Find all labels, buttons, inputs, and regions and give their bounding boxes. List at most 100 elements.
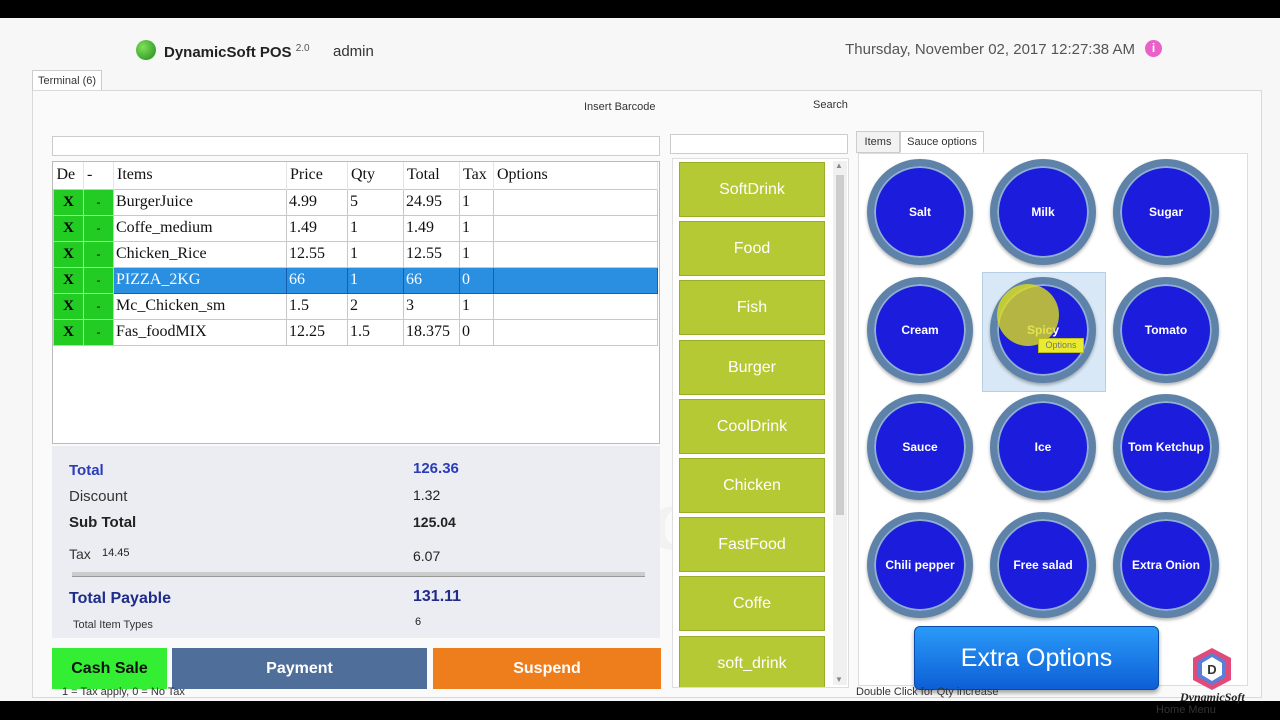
table-row[interactable]: X - Chicken_Rice 12.55 1 12.55 1 — [53, 240, 658, 268]
table-row[interactable]: X - Mc_Chicken_sm 1.5 2 3 1 — [53, 292, 658, 320]
category-list: SoftDrink Food Fish Burger CoolDrink Chicken F… — [672, 158, 849, 688]
cell-item: Chicken_Rice — [113, 240, 287, 268]
sauce-option-button[interactable]: Chili pepper — [867, 512, 973, 618]
scroll-down-icon[interactable]: ▼ — [835, 675, 843, 684]
subtotal-value: 125.04 — [413, 514, 456, 530]
payment-button[interactable]: Payment — [172, 648, 427, 689]
sauce-option-button[interactable]: Salt — [867, 159, 973, 265]
datetime: Thursday, November 02, 2017 12:27:38 AM — [845, 41, 1135, 58]
column-header[interactable]: Qty — [347, 162, 404, 189]
cell-item: PIZZA_2KG — [113, 266, 287, 294]
category-button[interactable]: soft_drink — [679, 635, 825, 687]
sauce-option-button[interactable]: Free salad — [990, 512, 1096, 618]
category-button[interactable]: FastFood — [679, 517, 825, 573]
category-button[interactable]: Fish — [679, 280, 825, 336]
cursor-highlight — [997, 284, 1059, 346]
column-header[interactable]: Items — [113, 162, 287, 189]
cell-options — [493, 292, 658, 320]
sauce-option-button[interactable]: Sugar — [1113, 159, 1219, 265]
column-header[interactable]: Price — [286, 162, 348, 189]
sauce-option-button[interactable]: Ice — [990, 394, 1096, 500]
home-menu-link[interactable]: Home Menu — [1156, 704, 1216, 716]
cell-qty: 5 — [347, 188, 404, 216]
suspend-button[interactable]: Suspend — [433, 648, 661, 689]
sauce-option-button[interactable]: Sauce — [867, 394, 973, 500]
barcode-label: Insert Barcode — [584, 101, 656, 113]
tax-value: 6.07 — [413, 548, 441, 564]
barcode-input[interactable] — [52, 136, 660, 156]
cell-options — [493, 240, 658, 268]
svg-text:D: D — [1207, 662, 1216, 677]
item-types-value: 6 — [415, 616, 422, 628]
cell-item: Coffe_medium — [113, 214, 287, 242]
delete-item-button[interactable]: X — [53, 318, 84, 346]
category-button[interactable]: Food — [679, 221, 825, 277]
decrease-qty-button[interactable]: - — [83, 188, 114, 216]
cell-price: 12.55 — [286, 240, 348, 268]
decrease-qty-button[interactable]: - — [83, 292, 114, 320]
decrease-qty-button[interactable]: - — [83, 318, 114, 346]
sauce-option-button[interactable]: Milk — [990, 159, 1096, 265]
cell-qty: 2 — [347, 292, 404, 320]
search-label: Search — [813, 99, 848, 111]
order-items-table: De - Items Price Qty Total Tax Options X - Burger… — [53, 162, 658, 346]
cash-sale-button[interactable]: Cash Sale — [52, 648, 167, 689]
dynamicsoft-logo-icon: D — [1193, 648, 1231, 690]
category-button[interactable]: SoftDrink — [679, 162, 825, 217]
category-button[interactable]: CoolDrink — [679, 398, 825, 454]
category-button[interactable]: Coffe — [679, 576, 825, 632]
tab-sauce-options[interactable]: Sauce options — [900, 131, 984, 153]
current-user: admin — [333, 43, 374, 60]
table-row[interactable]: X - Coffe_medium 1.49 1 1.49 1 — [53, 214, 658, 242]
column-header[interactable]: Total — [403, 162, 460, 189]
tab-items[interactable]: Items — [856, 131, 900, 153]
sauce-option-button[interactable]: Cream — [867, 277, 973, 383]
column-header[interactable]: Options — [493, 162, 658, 189]
cell-tax: 1 — [459, 240, 494, 268]
totals-panel: Total 126.36 Discount 1.32 Sub Total 125… — [52, 446, 660, 638]
cell-tax: 0 — [459, 266, 494, 294]
cell-price: 1.5 — [286, 292, 348, 320]
category-button[interactable]: Burger — [679, 339, 825, 395]
cell-total: 3 — [403, 292, 460, 320]
cell-item: Mc_Chicken_sm — [113, 292, 287, 320]
sauce-option-button[interactable]: Extra Onion — [1113, 512, 1219, 618]
category-button[interactable]: Chicken — [679, 458, 825, 513]
cell-qty: 1 — [347, 214, 404, 242]
table-row[interactable]: X - PIZZA_2KG 66 1 66 0 — [53, 266, 658, 294]
sauce-option-button[interactable]: Tomato — [1113, 277, 1219, 383]
delete-item-button[interactable]: X — [53, 292, 84, 320]
decrease-qty-button[interactable]: - — [83, 240, 114, 268]
delete-item-button[interactable]: X — [53, 214, 84, 242]
discount-value: 1.32 — [413, 487, 441, 503]
column-header[interactable]: Tax — [459, 162, 494, 189]
table-row[interactable]: X - Fas_foodMIX 12.25 1.5 18.375 0 — [53, 318, 658, 346]
cell-price: 4.99 — [286, 188, 348, 216]
delete-item-button[interactable]: X — [53, 266, 84, 294]
info-icon[interactable]: i — [1145, 40, 1162, 57]
decrease-qty-button[interactable]: - — [83, 266, 114, 294]
category-scrollbar[interactable]: ▲ ▼ — [833, 161, 847, 685]
pos-window: DynamicSoft POS 2.0 admin Thursday, Nove… — [0, 18, 1280, 716]
sauce-option-button[interactable]: Tom Ketchup — [1113, 394, 1219, 500]
tax-label: Tax — [69, 546, 91, 562]
cell-tax: 0 — [459, 318, 494, 346]
cell-qty: 1.5 — [347, 318, 404, 346]
cell-tax: 1 — [459, 214, 494, 242]
order-items-grid[interactable]: De - Items Price Qty Total Tax Options X - Burger… — [52, 161, 660, 444]
delete-item-button[interactable]: X — [53, 188, 84, 216]
column-header[interactable]: - — [83, 162, 114, 189]
tax-rate: 14.45 — [102, 547, 130, 559]
cell-total: 18.375 — [403, 318, 460, 346]
column-header[interactable]: De — [53, 162, 84, 189]
scroll-up-icon[interactable]: ▲ — [835, 161, 843, 170]
extra-options-button[interactable]: Extra Options — [914, 626, 1159, 690]
delete-item-button[interactable]: X — [53, 240, 84, 268]
decrease-qty-button[interactable]: - — [83, 214, 114, 242]
cell-price: 12.25 — [286, 318, 348, 346]
tab-terminal[interactable]: Terminal (6) — [32, 70, 102, 91]
cell-total: 1.49 — [403, 214, 460, 242]
table-row[interactable]: X - BurgerJuice 4.99 5 24.95 1 — [53, 188, 658, 216]
search-input[interactable] — [670, 134, 848, 154]
scrollbar-thumb[interactable] — [836, 175, 844, 515]
